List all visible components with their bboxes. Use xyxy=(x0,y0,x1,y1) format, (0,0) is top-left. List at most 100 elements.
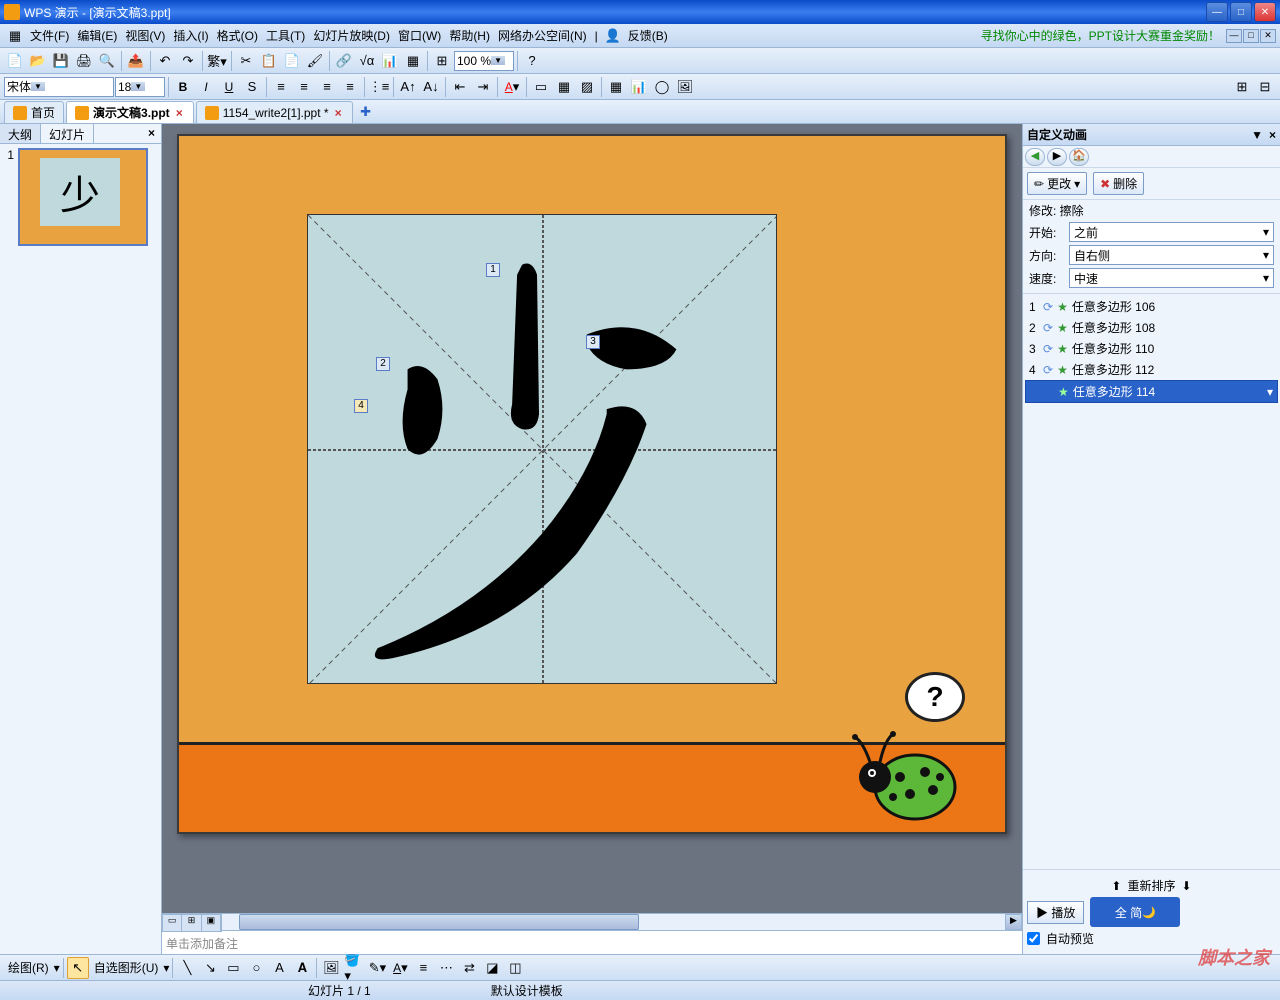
equation-button[interactable]: √α xyxy=(356,50,378,72)
app-menu-icon[interactable]: ▦ xyxy=(4,25,26,47)
autopreview-checkbox[interactable] xyxy=(1027,932,1040,945)
outline-tab[interactable]: 大纲 xyxy=(0,124,41,143)
decrease-indent-button[interactable]: ⇤ xyxy=(449,76,471,98)
animation-item[interactable]: 4⟳★任意多边形 112 xyxy=(1025,359,1278,380)
reorder-up-button[interactable]: ⬆ xyxy=(1111,879,1121,893)
minimize-button[interactable]: — xyxy=(1206,2,1228,22)
promo-text[interactable]: 寻找你心中的绿色，PPT设计大赛重金奖励！ xyxy=(981,27,1220,44)
textbox-tool[interactable]: A xyxy=(268,957,290,979)
align-left-button[interactable]: ≡ xyxy=(270,76,292,98)
reorder-down-button[interactable]: ⬇ xyxy=(1182,879,1192,893)
feedback-icon[interactable]: 👤 xyxy=(602,25,624,47)
arrow-style-button[interactable]: ⇄ xyxy=(458,957,480,979)
autoshape-menu[interactable]: 自选图形(U) xyxy=(90,957,163,978)
font-color-button[interactable]: A▾ xyxy=(501,76,523,98)
chart-button[interactable]: 📊 xyxy=(379,50,401,72)
oval-tool[interactable]: ○ xyxy=(245,957,267,979)
insert-table-button[interactable]: ▦ xyxy=(605,76,627,98)
style-button[interactable]: 繁▾ xyxy=(206,50,228,72)
animation-item[interactable]: 3⟳★任意多边形 110 xyxy=(1025,338,1278,359)
copy-button[interactable]: 📋 xyxy=(258,50,280,72)
increase-font-button[interactable]: A↑ xyxy=(397,76,419,98)
slideshow-view-button[interactable]: ▣ xyxy=(202,915,221,931)
export-button[interactable]: 📤 xyxy=(125,50,147,72)
undo-button[interactable]: ↶ xyxy=(154,50,176,72)
tab-close-icon[interactable]: × xyxy=(333,106,344,120)
menu-feedback[interactable]: 反馈(B) xyxy=(624,25,672,46)
layout-button[interactable]: ▦ xyxy=(553,76,575,98)
menu-format[interactable]: 格式(O) xyxy=(213,25,262,46)
marker-3[interactable]: 3 xyxy=(586,335,600,349)
rectangle-tool[interactable]: ▭ xyxy=(222,957,244,979)
menu-file[interactable]: 文件(F) xyxy=(26,25,73,46)
collapse-button[interactable]: ⊟ xyxy=(1254,76,1276,98)
wordart-tool[interactable]: 𝐀 xyxy=(291,957,313,979)
menu-view[interactable]: 视图(V) xyxy=(121,25,169,46)
align-right-button[interactable]: ≡ xyxy=(316,76,338,98)
line-style-button[interactable]: ≡ xyxy=(412,957,434,979)
horizontal-scrollbar[interactable]: ◀ ▶ xyxy=(162,913,1022,930)
delete-effect-button[interactable]: ✖ 删除 xyxy=(1093,172,1144,195)
new-slide-button[interactable]: ▭ xyxy=(530,76,552,98)
line-tool[interactable]: ╲ xyxy=(176,957,198,979)
speed-select[interactable]: 中速▾ xyxy=(1069,268,1274,288)
slides-tab[interactable]: 幻灯片 xyxy=(41,124,94,143)
forward-button[interactable]: ▶ xyxy=(1047,148,1067,166)
font-name-combo[interactable]: 宋体▼ xyxy=(4,77,114,97)
fill-color-button[interactable]: 🪣▾ xyxy=(343,957,365,979)
grid-button[interactable]: ⊞ xyxy=(431,50,453,72)
normal-view-button[interactable]: ▭ xyxy=(163,915,182,931)
menu-help[interactable]: 帮助(H) xyxy=(445,25,494,46)
line-color-button[interactable]: ✎▾ xyxy=(366,957,388,979)
insert-shape-button[interactable]: ◯ xyxy=(651,76,673,98)
open-button[interactable]: 📂 xyxy=(27,50,49,72)
shadow-style-button[interactable]: ◪ xyxy=(481,957,503,979)
shadow-button[interactable]: S xyxy=(241,76,263,98)
insert-image-button[interactable]: 🖼 xyxy=(674,76,696,98)
menu-insert[interactable]: 插入(I) xyxy=(169,25,212,46)
scroll-right-button[interactable]: ▶ xyxy=(1005,914,1022,930)
new-tab-button[interactable]: ✚ xyxy=(355,101,377,123)
expand-button[interactable]: ⊞ xyxy=(1231,76,1253,98)
tab-home[interactable]: 首页 xyxy=(4,101,64,123)
pane-menu-icon[interactable]: ▼ xyxy=(1251,128,1263,142)
preview-button[interactable]: 🔍 xyxy=(96,50,118,72)
tab-doc2[interactable]: 1154_write2[1].ppt *× xyxy=(196,101,353,123)
direction-select[interactable]: 自右侧▾ xyxy=(1069,245,1274,265)
scroll-thumb[interactable] xyxy=(239,914,639,930)
animation-item-selected[interactable]: ★任意多边形 114▾ xyxy=(1025,380,1278,403)
doc-close-button[interactable]: ✕ xyxy=(1260,29,1276,43)
align-center-button[interactable]: ≡ xyxy=(293,76,315,98)
doc-minimize-button[interactable]: — xyxy=(1226,29,1242,43)
select-tool[interactable]: ↖ xyxy=(67,957,89,979)
print-button[interactable]: 🖨 xyxy=(73,50,95,72)
redo-button[interactable]: ↷ xyxy=(177,50,199,72)
table-button[interactable]: ▦ xyxy=(402,50,424,72)
marker-2[interactable]: 2 xyxy=(376,357,390,371)
help-icon[interactable]: ? xyxy=(521,50,543,72)
decrease-font-button[interactable]: A↓ xyxy=(420,76,442,98)
panel-close-icon[interactable]: × xyxy=(142,124,161,143)
menu-tools[interactable]: 工具(T) xyxy=(262,25,309,46)
font-size-combo[interactable]: 18▼ xyxy=(115,77,165,97)
back-button[interactable]: ◀ xyxy=(1025,148,1045,166)
pane-close-icon[interactable]: × xyxy=(1269,128,1276,142)
home-icon[interactable]: 🏠 xyxy=(1069,148,1089,166)
marker-1[interactable]: 1 xyxy=(486,263,500,277)
change-effect-button[interactable]: ✏ 更改 ▾ xyxy=(1027,172,1087,195)
sorter-view-button[interactable]: ⊞ xyxy=(182,915,201,931)
bullets-button[interactable]: ⋮≡ xyxy=(368,76,390,98)
design-button[interactable]: ▨ xyxy=(576,76,598,98)
insert-picture-button[interactable]: 🖼 xyxy=(320,957,342,979)
increase-indent-button[interactable]: ⇥ xyxy=(472,76,494,98)
arrow-tool[interactable]: ↘ xyxy=(199,957,221,979)
animation-item[interactable]: 2⟳★任意多边形 108 xyxy=(1025,317,1278,338)
notes-pane[interactable]: 单击添加备注 xyxy=(162,930,1022,954)
italic-button[interactable]: I xyxy=(195,76,217,98)
menu-edit[interactable]: 编辑(E) xyxy=(73,25,121,46)
cut-button[interactable]: ✂ xyxy=(235,50,257,72)
marker-4[interactable]: 4 xyxy=(354,399,368,413)
paste-button[interactable]: 📄 xyxy=(281,50,303,72)
underline-button[interactable]: U xyxy=(218,76,240,98)
hyperlink-button[interactable]: 🔗 xyxy=(333,50,355,72)
